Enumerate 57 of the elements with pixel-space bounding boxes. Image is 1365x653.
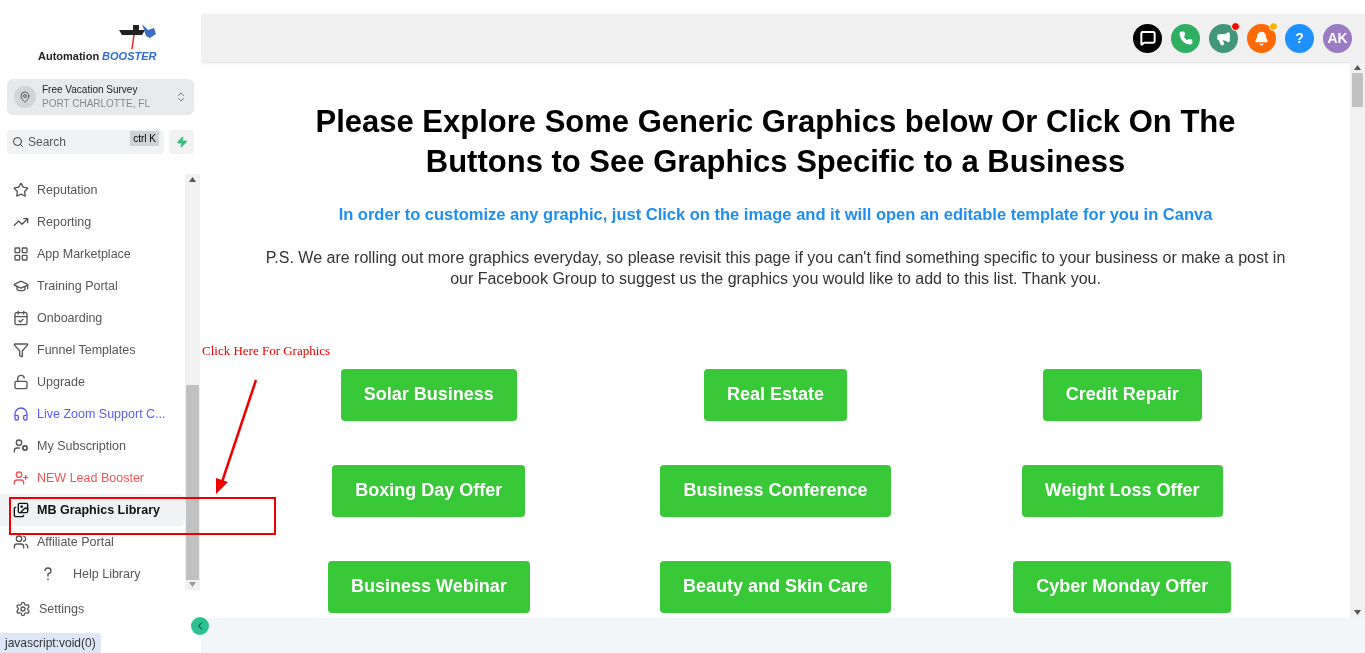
account-switcher[interactable]: Free Vacation Survey PORT CHARLOTTE, FL xyxy=(7,79,194,115)
sidebar-item[interactable]: Reporting xyxy=(0,206,185,238)
padlock-icon xyxy=(13,374,29,390)
star-icon xyxy=(13,182,29,198)
sidebar-item[interactable]: MB Graphics Library xyxy=(0,494,185,526)
sidebar-item[interactable]: Help Library xyxy=(0,558,185,590)
megaphone-icon xyxy=(1216,30,1231,46)
page-heading: Please Explore Some Generic Graphics below Or Click On The Buttons to See Graphics Specific to a Business xyxy=(314,103,1237,181)
scroll-up-arrow[interactable] xyxy=(189,177,196,182)
page-subheading: In order to customize any graphic, just Click on the image and it will open an editable template for you in Canva xyxy=(338,204,1213,225)
settings-icon xyxy=(15,601,31,618)
annotation-label: Click Here For Graphics xyxy=(202,342,331,360)
sidebar-item[interactable]: My Subscription xyxy=(0,430,185,462)
graduation-cap-icon xyxy=(13,278,29,294)
headset-icon xyxy=(13,406,29,422)
phone-button[interactable] xyxy=(1171,23,1200,53)
scroll-up-arrow[interactable] xyxy=(1354,65,1361,70)
account-name: Free Vacation Survey xyxy=(42,83,139,97)
user-plus-icon xyxy=(13,470,29,486)
sidebar-item[interactable]: Reputation xyxy=(0,174,185,206)
user-gear-icon xyxy=(13,438,29,454)
sidebar-scrollbar[interactable] xyxy=(185,174,200,590)
scroll-down-arrow[interactable] xyxy=(1354,610,1361,615)
question-mark-icon xyxy=(43,567,53,581)
users-icon xyxy=(13,534,29,550)
lightning-icon xyxy=(175,136,188,148)
page-scrollbar[interactable] xyxy=(1350,62,1365,618)
page-note: P.S. We are rolling out more graphics everyday, so please revisit this page if you can't find something specific to your business or make a post in our Facebook Group to suggest us the graphics you would like to add to this list. Thank you. xyxy=(264,247,1287,289)
sidebar-item[interactable]: Live Zoom Support C... xyxy=(0,398,185,430)
bell-icon xyxy=(1254,30,1269,46)
bell-button[interactable] xyxy=(1247,23,1276,53)
shortcut-hint: ctrl K xyxy=(130,131,159,146)
sidebar-item[interactable]: Training Portal xyxy=(0,270,185,302)
sidebar-item[interactable]: Funnel Templates xyxy=(0,334,185,366)
grid-icon xyxy=(13,246,29,262)
account-location: PORT CHARLOTTE, FL xyxy=(42,97,151,111)
sidebar-item[interactable]: Affiliate Portal xyxy=(0,526,185,558)
sidebar-item[interactable]: Upgrade xyxy=(0,366,185,398)
search-icon xyxy=(12,136,24,148)
status-url: javascript:void(0) xyxy=(0,633,101,653)
images-icon xyxy=(13,502,29,518)
location-icon xyxy=(14,86,36,108)
quick-action-button[interactable] xyxy=(169,130,194,154)
chat-button[interactable] xyxy=(1133,23,1162,53)
scroll-thumb[interactable] xyxy=(1352,73,1363,107)
calendar-icon xyxy=(13,310,29,326)
sidebar-item[interactable]: App Marketplace xyxy=(0,238,185,270)
sidebar-item[interactable]: Onboarding xyxy=(0,302,185,334)
search-field[interactable]: Search ctrl K xyxy=(7,130,164,154)
funnel-icon xyxy=(13,342,29,358)
megaphone-button[interactable] xyxy=(1209,23,1238,53)
settings-item[interactable]: Settings xyxy=(0,600,201,619)
logo: Automation BOOSTER xyxy=(38,28,201,64)
chevron-up-down-icon xyxy=(175,91,187,103)
phone-icon xyxy=(1178,31,1193,45)
chat-icon xyxy=(1139,30,1156,46)
collapse-sidebar-button[interactable] xyxy=(191,617,209,635)
